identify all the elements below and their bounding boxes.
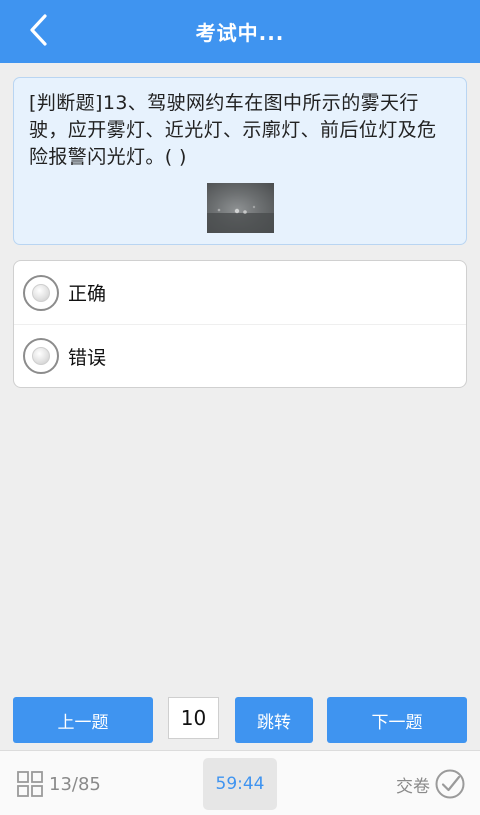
radio-button[interactable]	[23, 274, 59, 311]
option-true[interactable]: 正确	[14, 261, 466, 324]
grid-icon	[17, 771, 43, 797]
page-title: 考试中...	[195, 21, 285, 45]
options-list: 正确 错误	[13, 260, 467, 388]
chevron-left-icon	[27, 13, 49, 51]
check-circle-icon	[434, 768, 466, 800]
back-button[interactable]	[18, 12, 58, 52]
jump-button[interactable]: 跳转	[235, 697, 313, 743]
jump-number-input[interactable]	[168, 697, 219, 739]
submit-exam-button[interactable]: 交卷	[396, 768, 466, 800]
exam-timer: 59:44	[203, 758, 277, 810]
option-label: 正确	[68, 283, 107, 305]
option-false[interactable]: 错误	[14, 324, 466, 387]
radio-button[interactable]	[23, 338, 59, 374]
foggy-road-image[interactable]	[207, 183, 274, 233]
question-progress-button[interactable]: 13/85	[17, 771, 101, 797]
submit-label: 交卷	[396, 776, 430, 797]
option-label: 错误	[68, 346, 107, 369]
question-card: [判断题]13、驾驶网约车在图中所示的雾天行驶，应开雾灯、近光灯、示廓灯、前后位…	[13, 77, 467, 245]
next-question-button[interactable]: 下一题	[327, 697, 467, 743]
header-bar: 考试中...	[0, 0, 480, 63]
footer-bar: 13/85 59:44 交卷	[0, 750, 480, 815]
progress-counter: 13/85	[49, 773, 101, 795]
question-text: [判断题]13、驾驶网约车在图中所示的雾天行驶，应开雾灯、近光灯、示廓灯、前后位…	[29, 92, 437, 168]
prev-question-button[interactable]: 上一题	[13, 697, 153, 743]
